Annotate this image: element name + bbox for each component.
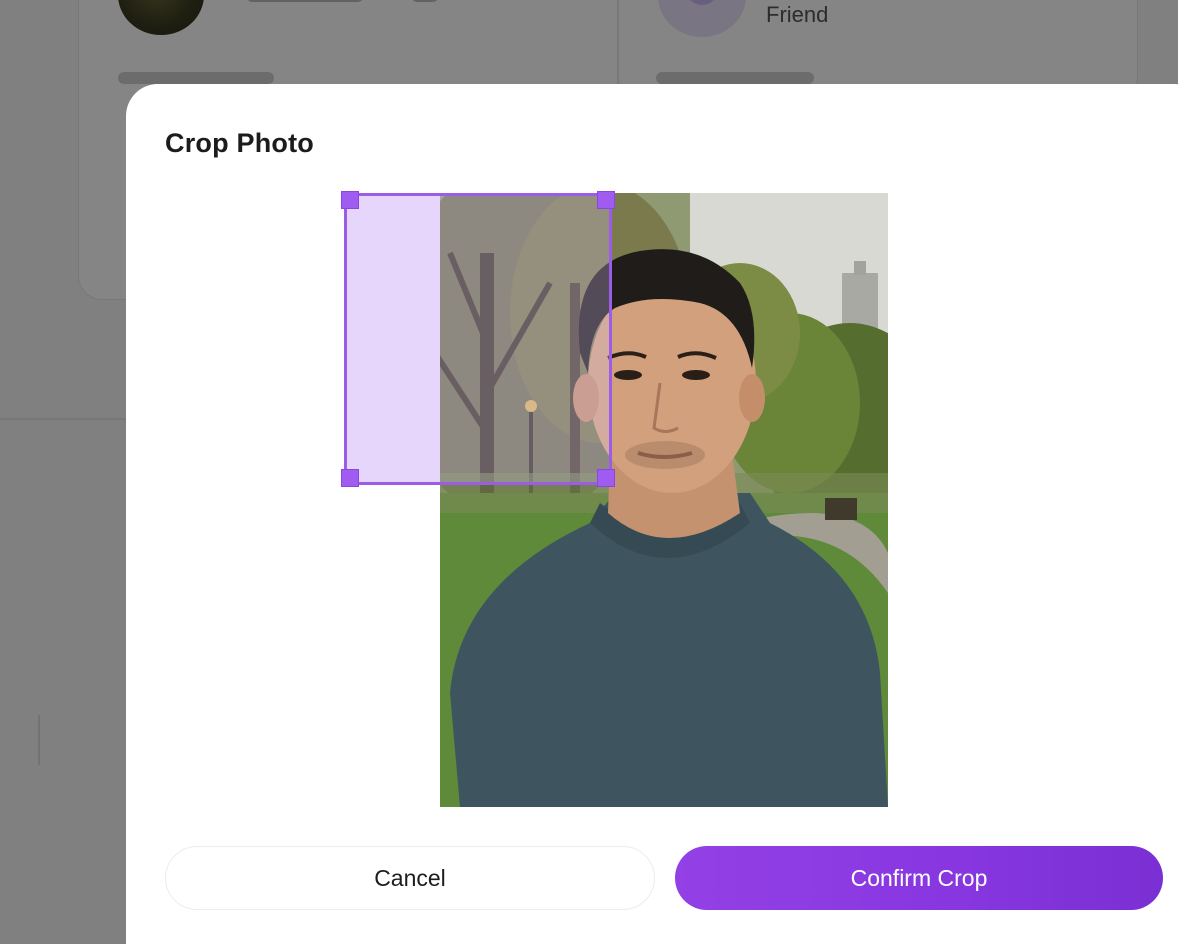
crop-handle-top-left-icon[interactable]: [341, 191, 359, 209]
crop-handle-bottom-left-icon[interactable]: [341, 469, 359, 487]
crop-handle-top-right-icon[interactable]: [597, 191, 615, 209]
crop-handle-bottom-right-icon[interactable]: [597, 469, 615, 487]
crop-selection-box[interactable]: [344, 193, 612, 485]
confirm-crop-button[interactable]: Confirm Crop: [675, 846, 1163, 910]
crop-photo-dialog: Crop Photo Cancel Confirm Crop: [126, 84, 1178, 944]
cancel-button[interactable]: Cancel: [165, 846, 655, 910]
dialog-title: Crop Photo: [165, 128, 314, 158]
